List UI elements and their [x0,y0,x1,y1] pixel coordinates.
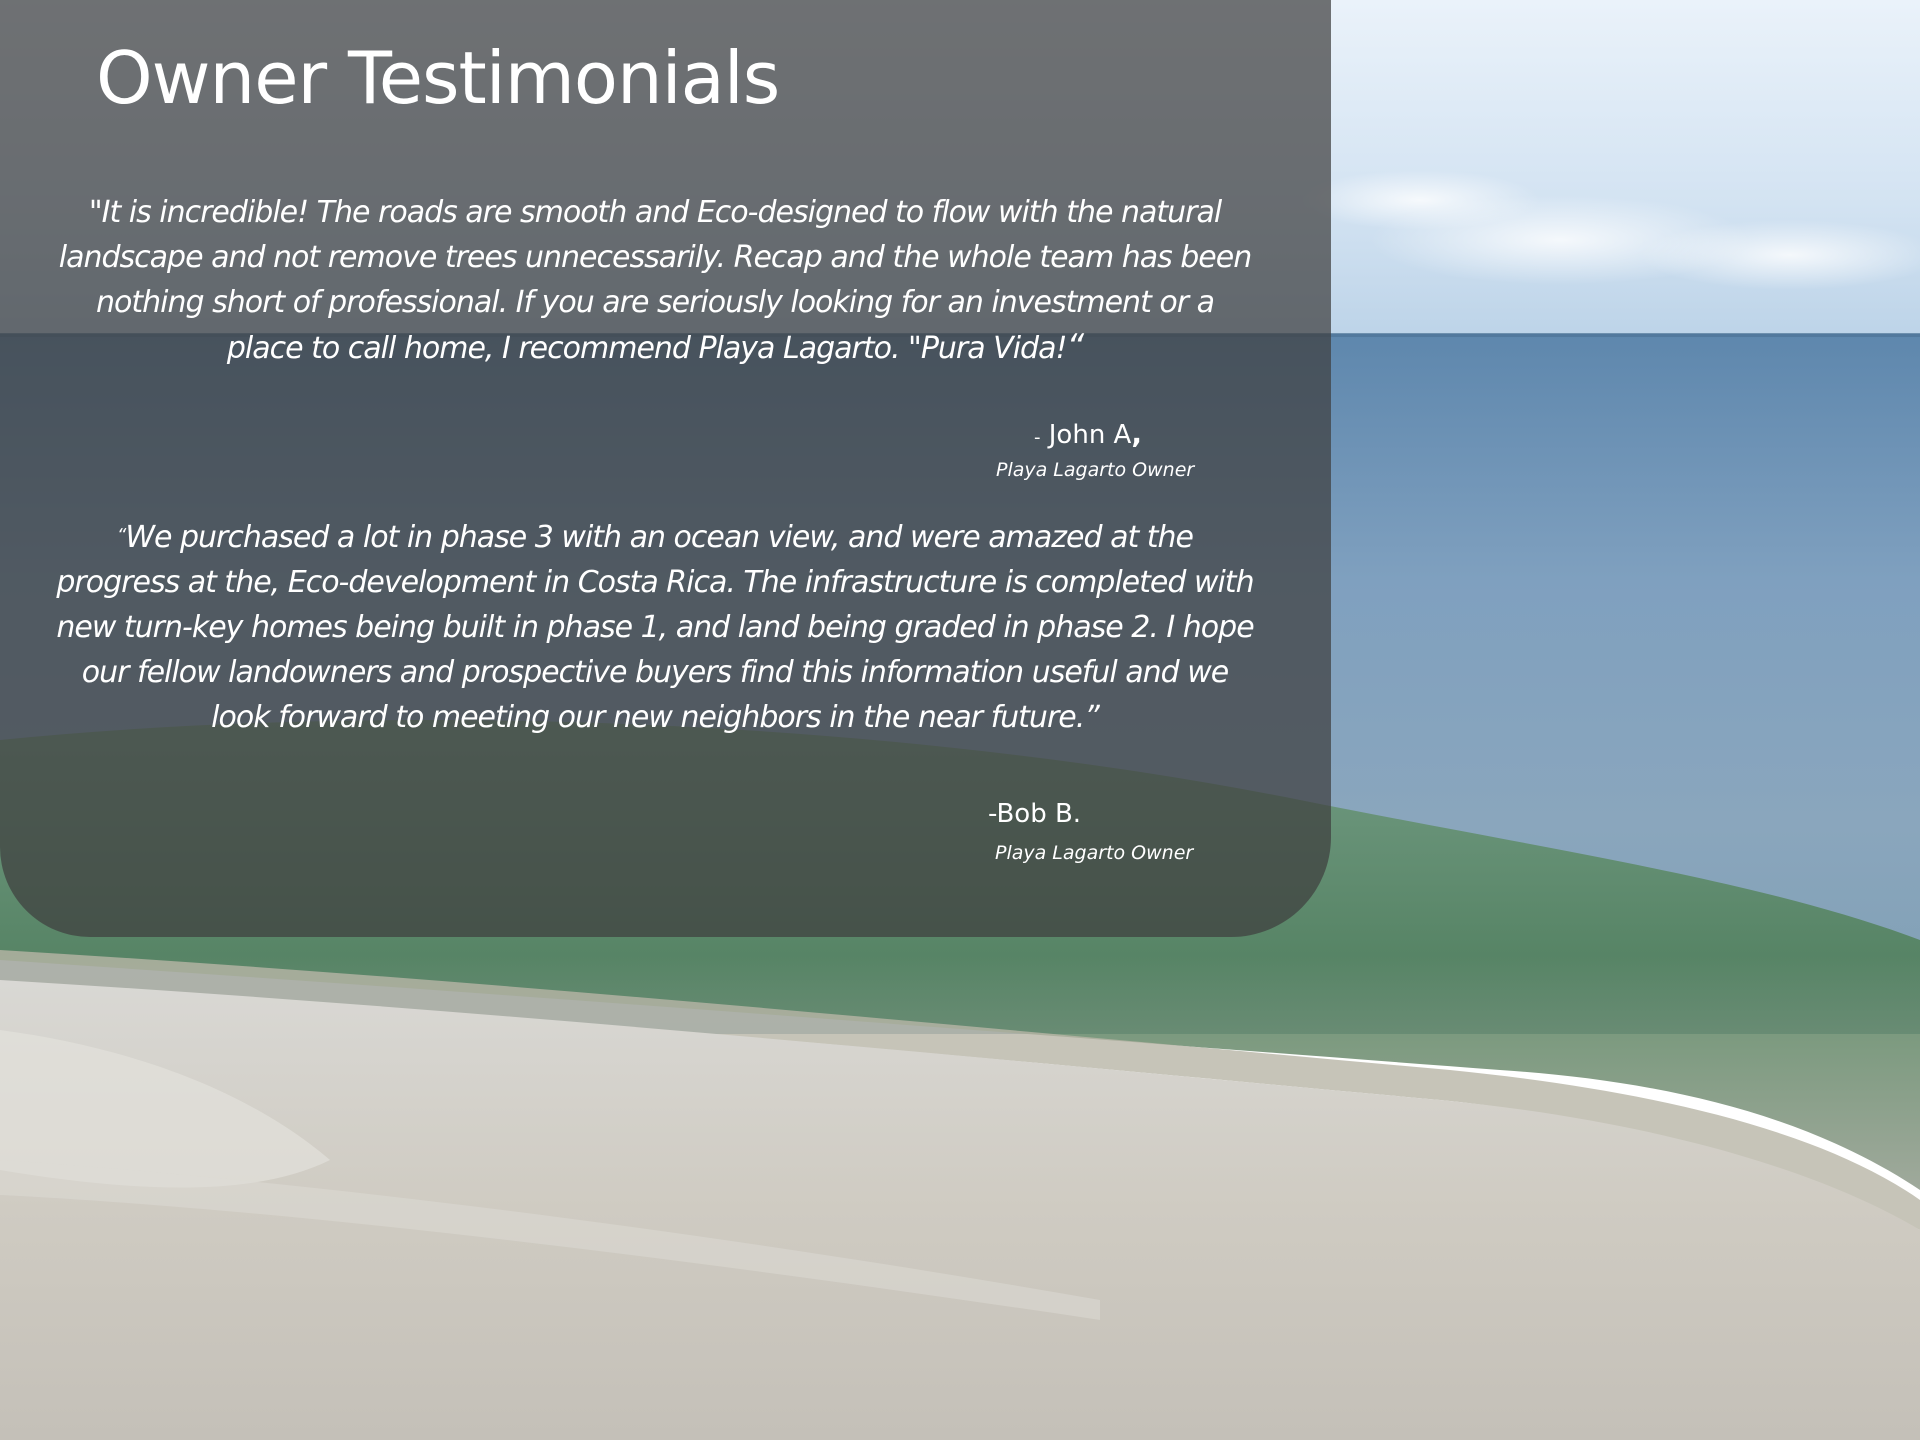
quote-line: progress at the, Eco-development in Cost… [56,565,1254,600]
author-name: John A [1040,420,1132,450]
closing-quote-mark: “ [1066,327,1085,367]
quote-line-text: place to call home, I recommend Playa La… [226,331,1068,366]
quote-line: “We purchased a lot in phase 3 with an o… [0,513,1310,560]
quote-line: landscape and not remove trees unnecessa… [58,240,1252,275]
page-title: Owner Testimonials [96,36,780,120]
quote-line-text: We purchased a lot in phase 3 with an oc… [125,520,1194,555]
testimonial-quote-2: “We purchased a lot in phase 3 with an o… [0,513,1310,740]
testimonial-author-2: -Bob B. [988,799,1082,829]
testimonial-author-1: - John A, [1034,418,1142,454]
quote-line: look forward to meeting our new neighbor… [211,700,1100,735]
author-comma: , [1131,417,1142,450]
author-role-2: Playa Lagarto Owner [995,842,1194,864]
testimonials-panel: Owner Testimonials "It is incredible! Th… [0,0,1331,937]
testimonial-quote-1: "It is incredible! The roads are smooth … [0,190,1310,371]
quote-line: new turn-key homes being built in phase … [56,610,1254,645]
quote-line: nothing short of professional. If you ar… [96,285,1215,320]
quote-line: "It is incredible! The roads are smooth … [88,195,1222,230]
author-role-1: Playa Lagarto Owner [996,459,1195,481]
quote-line: our fellow landowners and prospective bu… [81,655,1229,690]
quote-line: place to call home, I recommend Playa La… [0,325,1310,371]
